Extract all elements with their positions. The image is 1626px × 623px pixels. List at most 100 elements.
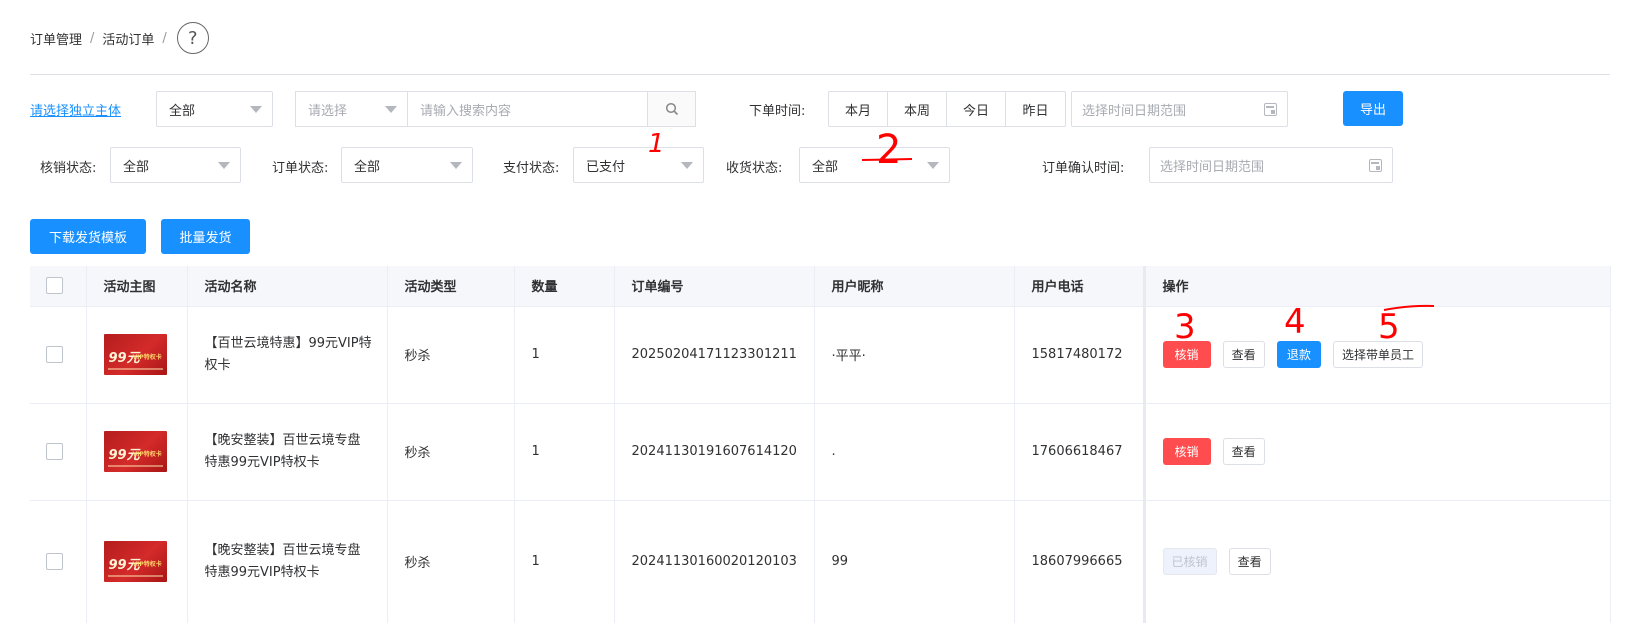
- select-entity-link[interactable]: 请选择独立主体: [30, 100, 121, 119]
- breadcrumb: 订单管理 / 活动订单 / ?: [30, 22, 209, 54]
- nickname-cell: ·平平·: [814, 306, 1015, 404]
- breadcrumb-separator: /: [162, 30, 167, 46]
- header-ops: 操作: [1142, 266, 1611, 307]
- scope-select-value: 全部: [169, 103, 196, 119]
- assign-staff-button[interactable]: 选择带单员工: [1332, 341, 1423, 368]
- time-quick-buttons: 本月 本周 今日 昨日: [828, 91, 1066, 127]
- row-checkbox[interactable]: [46, 443, 63, 460]
- btn-today[interactable]: 今日: [947, 92, 1006, 126]
- confirm-time-label: 订单确认时间:: [1042, 161, 1125, 176]
- order-status-value: 全部: [354, 159, 381, 175]
- nickname-cell: .: [814, 403, 1015, 501]
- table-row: 99元 VIP特权卡 【百世云境特惠】99元VIP特权卡 秒杀 1 202502…: [30, 306, 1611, 404]
- table-header-row: 活动主图 活动名称 活动类型 数量 订单编号 用户昵称 用户电话 操作: [30, 266, 1611, 307]
- select-all-checkbox[interactable]: [46, 277, 63, 295]
- btn-this-week[interactable]: 本周: [888, 92, 947, 126]
- order-status-select[interactable]: 全部: [341, 147, 473, 183]
- btn-this-month[interactable]: 本月: [829, 92, 888, 126]
- qty-cell: 1: [514, 403, 615, 501]
- activity-name-cell: 【百世云境特惠】99元VIP特权卡: [187, 306, 388, 404]
- row-checkbox[interactable]: [46, 553, 63, 570]
- search-field-select[interactable]: 请选择: [296, 92, 408, 126]
- ops-cell: 核销 查看: [1142, 403, 1611, 501]
- activity-name-cell: 【晚安整装】百世云境专盘特惠99元VIP特权卡: [187, 500, 388, 623]
- refund-button[interactable]: 退款: [1276, 341, 1321, 368]
- chevron-down-icon: [450, 162, 462, 169]
- header-qty: 数量: [514, 266, 615, 307]
- download-template-button[interactable]: 下载发货模板: [30, 219, 146, 254]
- row-select-cell: [30, 306, 87, 404]
- btn-yesterday[interactable]: 昨日: [1006, 92, 1065, 126]
- header-name: 活动名称: [187, 266, 388, 307]
- orders-table: 活动主图 活动名称 活动类型 数量 订单编号 用户昵称 用户电话 操作 99元 …: [30, 266, 1611, 623]
- table-row: 99元 VIP特权卡 【晚安整装】百世云境专盘特惠99元VIP特权卡 秒杀 1 …: [30, 403, 1611, 501]
- row-select-cell: [30, 403, 87, 501]
- chevron-down-icon: [385, 106, 397, 113]
- verify-status-label: 核销状态:: [40, 161, 97, 176]
- header-nickname: 用户昵称: [814, 266, 1015, 307]
- verify-status-value: 全部: [123, 159, 150, 175]
- activity-type-cell: 秒杀: [387, 306, 515, 404]
- table-row: 99元 VIP特权卡 【晚安整装】百世云境专盘特惠99元VIP特权卡 秒杀 1 …: [30, 500, 1611, 623]
- view-button[interactable]: 查看: [1222, 438, 1265, 465]
- pay-status-value: 已支付: [586, 159, 626, 175]
- confirm-date-range-input[interactable]: 选择时间日期范围: [1149, 147, 1393, 183]
- search-field-placeholder: 请选择: [308, 103, 348, 119]
- ops-cell: 已核销 查看: [1142, 500, 1611, 623]
- phone-cell: 17606618467: [1014, 403, 1145, 501]
- batch-ship-button[interactable]: 批量发货: [161, 219, 250, 254]
- row-select-cell: [30, 500, 87, 623]
- header-divider: [30, 74, 1610, 75]
- view-button[interactable]: 查看: [1222, 341, 1265, 368]
- chevron-down-icon: [681, 162, 693, 169]
- activity-cover-image: 99元 VIP特权卡: [103, 334, 167, 375]
- search-group: 请选择 请输入搜索内容: [295, 91, 696, 127]
- chevron-down-icon: [250, 106, 262, 113]
- order-date-range-placeholder: 选择时间日期范围: [1082, 103, 1187, 119]
- verify-status-select[interactable]: 全部: [110, 147, 241, 183]
- qty-cell: 1: [514, 500, 615, 623]
- ops-cell: 核销 查看 退款 选择带单员工: [1142, 306, 1611, 404]
- verified-button[interactable]: 已核销: [1162, 548, 1217, 575]
- chevron-down-icon: [927, 162, 939, 169]
- pay-status-label: 支付状态:: [503, 161, 560, 176]
- breadcrumb-separator: /: [90, 30, 95, 46]
- verify-button[interactable]: 核销: [1162, 341, 1211, 368]
- activity-type-cell: 秒杀: [387, 403, 515, 501]
- phone-cell: 18607996665: [1014, 500, 1145, 623]
- export-button[interactable]: 导出: [1343, 91, 1403, 126]
- header-phone: 用户电话: [1014, 266, 1145, 307]
- cover-decoration: [107, 368, 163, 370]
- view-button[interactable]: 查看: [1228, 548, 1271, 575]
- search-input[interactable]: 请输入搜索内容: [408, 92, 647, 126]
- header-type: 活动类型: [387, 266, 515, 307]
- activity-type-cell: 秒杀: [387, 500, 515, 623]
- scope-select[interactable]: 全部: [156, 91, 273, 127]
- qty-cell: 1: [514, 306, 615, 404]
- order-no-cell: 20241130191607614120: [614, 403, 815, 501]
- order-no-cell: 20250204171123301211: [614, 306, 815, 404]
- cover-decoration: [107, 465, 163, 467]
- breadcrumb-activity-orders[interactable]: 活动订单: [102, 29, 154, 48]
- order-status-label: 订单状态:: [272, 161, 329, 176]
- cover-cell: 99元 VIP特权卡: [86, 500, 188, 623]
- pay-status-select[interactable]: 已支付: [573, 147, 704, 183]
- breadcrumb-order-management[interactable]: 订单管理: [30, 29, 82, 48]
- cover-cell: 99元 VIP特权卡: [86, 306, 188, 404]
- activity-name-cell: 【晚安整装】百世云境专盘特惠99元VIP特权卡: [187, 403, 388, 501]
- activity-cover-image: 99元 VIP特权卡: [103, 431, 167, 472]
- order-no-cell: 20241130160020120103: [614, 500, 815, 623]
- cover-vip-text: VIP特权卡: [132, 561, 162, 568]
- receive-status-label: 收货状态:: [726, 161, 783, 176]
- receive-status-select[interactable]: 全部: [799, 147, 950, 183]
- search-button[interactable]: [647, 92, 695, 126]
- confirm-date-range-placeholder: 选择时间日期范围: [1160, 159, 1265, 175]
- calendar-icon: [1369, 159, 1382, 172]
- cover-decoration: [107, 575, 163, 577]
- order-date-range-input[interactable]: 选择时间日期范围: [1071, 91, 1288, 127]
- row-checkbox[interactable]: [46, 346, 63, 363]
- search-input-placeholder: 请输入搜索内容: [420, 103, 512, 119]
- verify-button[interactable]: 核销: [1162, 438, 1211, 465]
- phone-cell: 15817480172: [1014, 306, 1145, 404]
- help-icon[interactable]: ?: [176, 22, 209, 54]
